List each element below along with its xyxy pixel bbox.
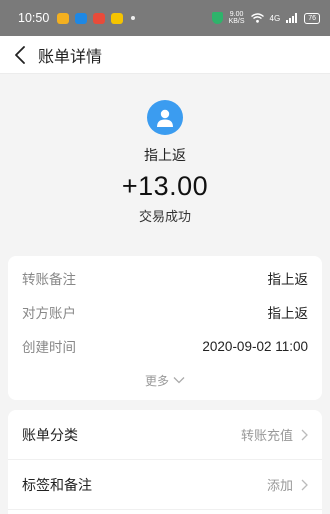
- option-value: 转账充值: [240, 429, 293, 444]
- option-label: 标签和备注: [22, 477, 92, 494]
- option-value: 添加: [266, 479, 293, 494]
- network-type: 4G: [269, 13, 281, 23]
- avatar[interactable]: [147, 100, 183, 135]
- detail-value: 指上返: [267, 306, 309, 322]
- options-card: 账单分类 转账充值 标签和备注 添加: [8, 410, 322, 514]
- app-header: 账单详情: [0, 36, 330, 74]
- more-button[interactable]: 更多: [8, 363, 322, 397]
- detail-value: 2020-09-02 11:00: [202, 338, 308, 354]
- signal-icon: [286, 13, 298, 23]
- transaction-summary: 指上返 +13.00 交易成功: [0, 75, 330, 225]
- detail-row-note: 转账备注 指上返: [8, 261, 322, 295]
- notification-app-icon: [57, 12, 70, 24]
- back-arrow-icon: [15, 45, 25, 64]
- user-icon: [157, 109, 173, 127]
- counterparty-name: 指上返: [144, 148, 186, 164]
- status-time: 10:50: [18, 11, 50, 25]
- back-button[interactable]: [8, 43, 32, 67]
- chevron-right-icon: [301, 479, 308, 490]
- bill-category-row[interactable]: 账单分类 转账充值: [8, 410, 322, 460]
- detail-value: 指上返: [267, 272, 309, 288]
- detail-label: 对方账户: [22, 306, 76, 322]
- option-label: 账单分类: [22, 427, 78, 444]
- notification-app-icon: [75, 12, 88, 24]
- notification-message-icon: [111, 12, 124, 24]
- tags-notes-row[interactable]: 标签和备注 添加: [8, 460, 322, 510]
- network-speed: 9.00 KB/S: [228, 11, 245, 25]
- detail-row-account: 对方账户 指上返: [8, 295, 322, 329]
- detail-row-created-time: 创建时间 2020-09-02 11:00: [8, 329, 322, 363]
- security-shield-icon: [211, 12, 223, 24]
- transaction-amount: +13.00: [121, 171, 209, 201]
- battery-icon: 76: [304, 12, 320, 24]
- status-bar: 10:50 9.00 KB/S 4G 76: [0, 0, 330, 36]
- chevron-down-icon: [173, 377, 185, 384]
- details-card: 转账备注 指上返 对方账户 指上返 创建时间 2020-09-02 11:00 …: [8, 256, 322, 400]
- more-label: 更多: [144, 373, 169, 388]
- detail-label: 创建时间: [22, 340, 76, 356]
- more-notifications-dot: [131, 16, 136, 20]
- page-title: 账单详情: [38, 46, 103, 66]
- chevron-right-icon: [301, 429, 308, 440]
- detail-label: 转账备注: [22, 272, 76, 288]
- wifi-icon: [250, 13, 264, 23]
- notification-app-icon: [93, 12, 106, 24]
- transaction-status: 交易成功: [138, 210, 191, 225]
